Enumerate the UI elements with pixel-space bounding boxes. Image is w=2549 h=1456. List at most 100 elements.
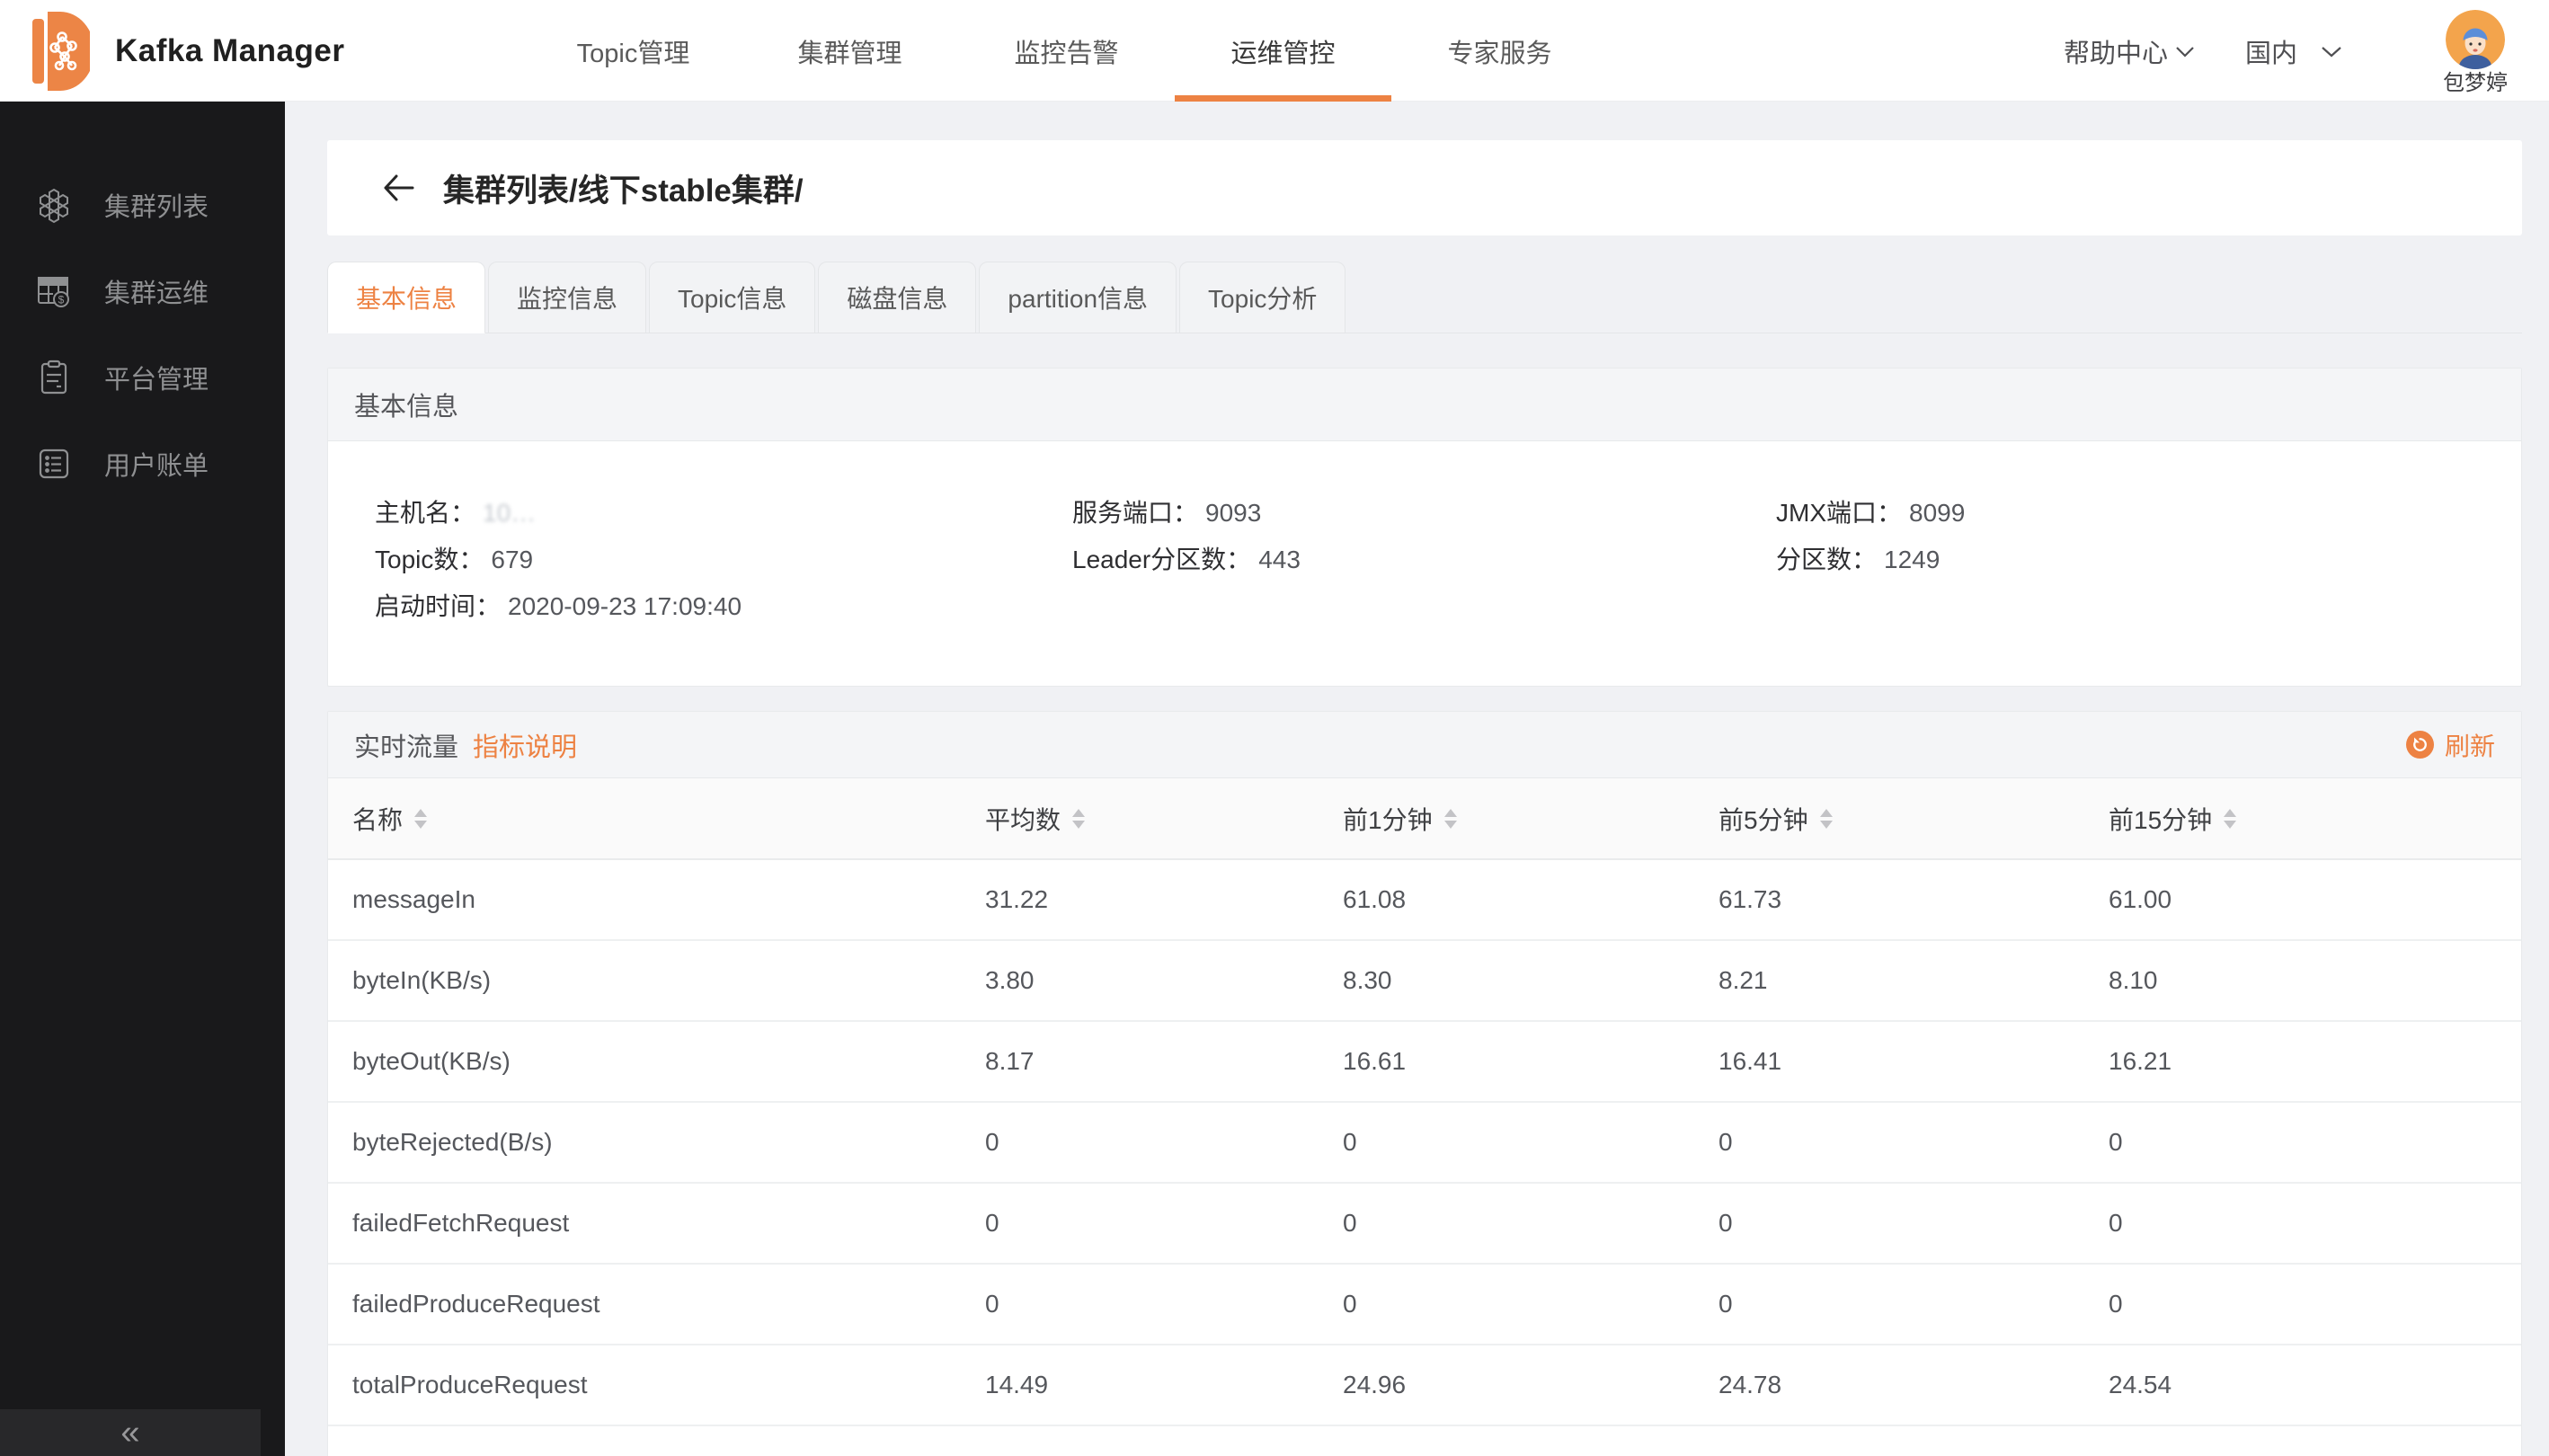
- tab-analysis[interactable]: Topic分析: [1179, 262, 1346, 333]
- tab-monitor[interactable]: 监控信息: [488, 262, 646, 333]
- column-header[interactable]: 前15分钟: [2109, 778, 2521, 859]
- info-field: Leader分区数：443: [1072, 537, 1776, 583]
- metric-value-cell: 16.21: [2109, 1021, 2521, 1102]
- sort-carets-icon: [2224, 809, 2236, 829]
- metric-name-cell: byteIn(KB/s): [328, 940, 985, 1021]
- column-header-inner: 前5分钟: [1719, 801, 1833, 837]
- metric-value-cell: 61.73: [1719, 859, 2109, 940]
- sidebar: 集群列表 $ 集群运维平台管理用户账单 «: [0, 102, 285, 1456]
- tab-bar: 基本信息监控信息Topic信息磁盘信息partition信息Topic分析: [327, 262, 2522, 333]
- metric-value-cell: 0: [2109, 1102, 2521, 1183]
- info-field-value: 8099: [1909, 499, 1965, 527]
- svg-text:$: $: [58, 294, 65, 306]
- info-field-value: 10…: [483, 499, 536, 527]
- nav-item-cluster-admin[interactable]: 集群管理: [742, 0, 958, 102]
- back-arrow-icon: [382, 173, 416, 202]
- nav-item-monitor-alert[interactable]: 监控告警: [958, 0, 1175, 102]
- refresh-icon: [2406, 731, 2434, 759]
- column-header[interactable]: 平均数: [985, 778, 1343, 859]
- metric-value-cell: 0: [985, 1264, 1343, 1345]
- metric-value-cell: 8.30: [1343, 940, 1719, 1021]
- metric-name-cell: byteRejected(B/s): [328, 1102, 985, 1183]
- metric-value-cell: 8.21: [1719, 940, 2109, 1021]
- metric-value-cell: 24.78: [1719, 1345, 2109, 1425]
- metric-name-cell: messageIn: [328, 859, 985, 940]
- info-field-label: JMX端口：: [1776, 499, 1902, 527]
- sidebar-item-cluster-ops[interactable]: $ 集群运维: [0, 248, 285, 334]
- sort-carets-icon: [414, 809, 427, 829]
- realtime-card-header: 实时流量 指标说明 刷新: [328, 712, 2521, 778]
- caret-up-icon: [2224, 809, 2236, 817]
- main-nav: Topic管理集群管理监控告警运维管控专家服务: [525, 0, 1608, 102]
- metric-value-cell: 8.10: [2109, 940, 2521, 1021]
- metric-value-cell: 0: [1343, 1264, 1719, 1345]
- info-field-label: 启动时间：: [375, 592, 501, 620]
- column-header[interactable]: 名称: [328, 778, 985, 859]
- user-billing-icon: [34, 444, 74, 484]
- tab-disk[interactable]: 磁盘信息: [818, 262, 976, 333]
- column-header[interactable]: 前5分钟: [1719, 778, 2109, 859]
- nav-item-topic-admin[interactable]: Topic管理: [525, 0, 742, 102]
- column-header[interactable]: 前1分钟: [1343, 778, 1719, 859]
- table-row: byteRejected(B/s)0000: [328, 1102, 2521, 1183]
- info-field-value: 9093: [1205, 499, 1261, 527]
- kafka-manager-logo-icon: [32, 10, 90, 93]
- info-field-label: Leader分区数：: [1072, 546, 1251, 573]
- caret-up-icon: [1820, 809, 1833, 817]
- metric-value-cell: 14.49: [985, 1345, 1343, 1425]
- nav-item-expert-service[interactable]: 专家服务: [1391, 0, 1608, 102]
- metric-value-cell: 24.96: [1343, 1345, 1719, 1425]
- nav-item-ops-control[interactable]: 运维管控: [1175, 0, 1391, 102]
- table-row: byteOut(KB/s)8.1716.6116.4116.21: [328, 1021, 2521, 1102]
- sidebar-item-label: 集群运维: [104, 272, 209, 310]
- info-field-label: Topic数：: [375, 546, 484, 573]
- sidebar-item-label: 用户账单: [104, 445, 209, 483]
- column-header-label: 前5分钟: [1719, 801, 1808, 837]
- sidebar-item-platform-admin[interactable]: 平台管理: [0, 334, 285, 421]
- column-header-inner: 前15分钟: [2109, 801, 2236, 837]
- tab-partition[interactable]: partition信息: [979, 262, 1177, 333]
- sidebar-item-label: 平台管理: [104, 359, 209, 396]
- metric-value-cell: 31.22: [985, 859, 1343, 940]
- sidebar-collapse-button[interactable]: «: [0, 1409, 261, 1456]
- metric-value-cell: 0: [1343, 1102, 1719, 1183]
- metric-value-cell: 0: [1719, 1183, 2109, 1264]
- info-field-label: 主机名：: [375, 499, 475, 527]
- cluster-ops-icon: $: [34, 271, 74, 311]
- column-header-inner: 名称: [352, 801, 427, 837]
- column-header-label: 平均数: [985, 801, 1061, 837]
- metric-value-cell: 13308.80: [985, 1425, 1343, 1456]
- sidebar-item-cluster-list[interactable]: 集群列表: [0, 162, 285, 248]
- basic-info-card-header: 基本信息: [328, 368, 2521, 441]
- user-menu[interactable]: 包梦婷: [2443, 6, 2508, 95]
- tab-topic[interactable]: Topic信息: [649, 262, 815, 333]
- metric-name-cell: byteOut(KB/s): [328, 1021, 985, 1102]
- help-center-menu[interactable]: 帮助中心: [2064, 32, 2195, 70]
- metric-value-cell: 0: [985, 1183, 1343, 1264]
- metric-value-cell: 0: [2109, 1264, 2521, 1345]
- metric-value-cell: 61.00: [2109, 859, 2521, 940]
- info-field: 主机名： 10…: [375, 490, 1072, 537]
- metric-value-cell: 16.41: [1719, 1021, 2109, 1102]
- sidebar-item-user-billing[interactable]: 用户账单: [0, 421, 285, 507]
- metric-value-cell: 24.54: [2109, 1345, 2521, 1425]
- realtime-traffic-card: 实时流量 指标说明 刷新 名称 平均数 前1分钟前5分钟 前15分钟 messageI…: [327, 711, 2522, 1456]
- tab-basic[interactable]: 基本信息: [327, 262, 485, 333]
- back-button[interactable]: [382, 173, 416, 202]
- metric-value-cell: 21399.05: [1343, 1425, 1719, 1456]
- basic-info-title: 基本信息: [354, 386, 458, 423]
- region-menu[interactable]: 国内: [2245, 32, 2342, 70]
- metric-value-cell: 61.08: [1343, 859, 1719, 940]
- table-row: byteIn(KB/s)3.808.308.218.10: [328, 940, 2521, 1021]
- realtime-title: 实时流量: [354, 726, 458, 764]
- metric-value-cell: 21228.01: [2109, 1425, 2521, 1456]
- metric-value-cell: 21401.62: [1719, 1425, 2109, 1456]
- caret-down-icon: [2224, 821, 2236, 829]
- refresh-button[interactable]: 刷新: [2406, 727, 2495, 763]
- metric-value-cell: 0: [1343, 1183, 1719, 1264]
- header-right: 帮助中心 国内 包梦婷: [2064, 0, 2508, 102]
- sort-carets-icon: [1072, 809, 1085, 829]
- basic-info-card: 基本信息 主机名：10…服务端口：9093JMX端口：8099Topic数：67…: [327, 368, 2522, 687]
- caret-up-icon: [1072, 809, 1085, 817]
- metric-doc-link[interactable]: 指标说明: [473, 726, 577, 764]
